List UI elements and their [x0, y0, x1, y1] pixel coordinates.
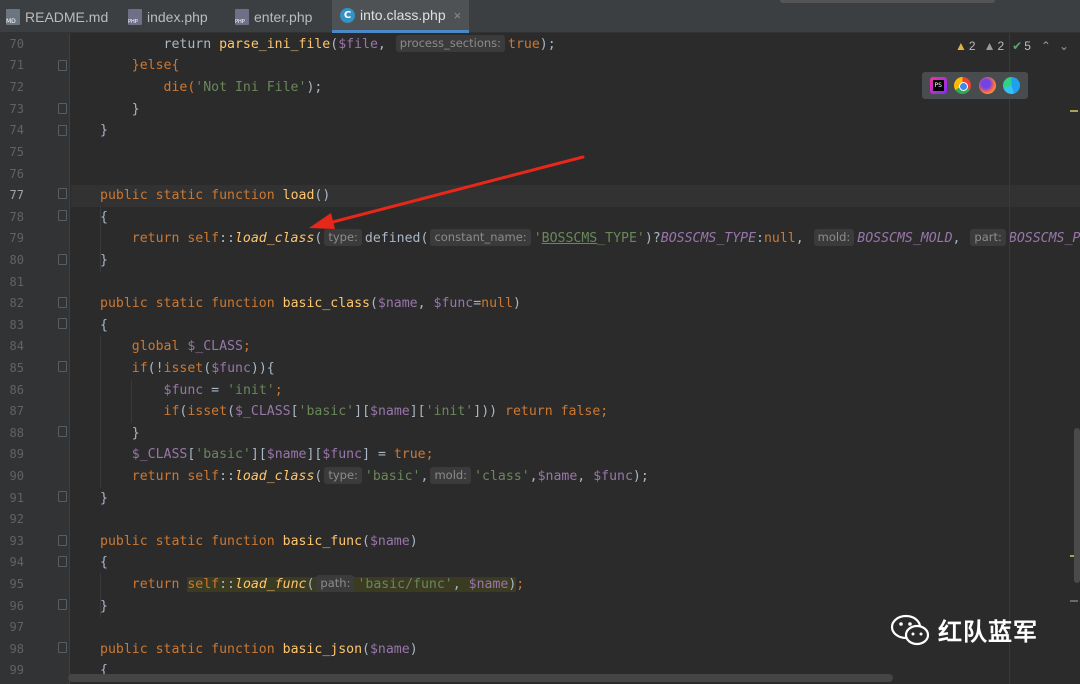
watermark-text: 红队蓝军	[938, 618, 1038, 646]
wechat-logo-icon	[890, 614, 930, 645]
watermark: 红队蓝军	[890, 612, 1038, 647]
annotation-arrow	[309, 155, 585, 229]
annotation-arrow-head	[309, 213, 335, 229]
annotation-arrow-shaft	[323, 155, 585, 226]
